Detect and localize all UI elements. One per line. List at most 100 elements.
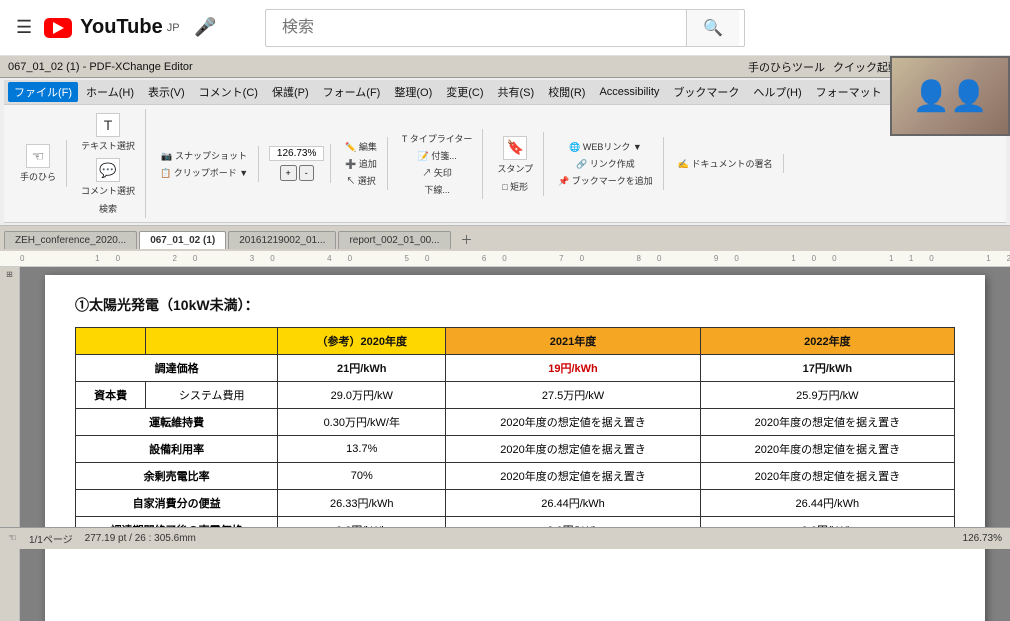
menu-protect[interactable]: 保護(P) xyxy=(266,82,315,102)
menu-file[interactable]: ファイル(F) xyxy=(8,82,78,102)
menu-format[interactable]: フォーマット xyxy=(810,82,888,102)
pdf-statusbar: ☜ 1/1ページ 277.19 pt / 26 : 305.6mm 126.73… xyxy=(0,527,1010,549)
clipboard-button[interactable]: 📋 クリップボード ▼ xyxy=(156,165,252,180)
sticky-note-button[interactable]: 📝 付箋... xyxy=(414,148,461,163)
voice-search-button[interactable]: 🎤 xyxy=(188,10,224,46)
text-select-button[interactable]: T テキスト選択 xyxy=(77,111,139,154)
tab-report[interactable]: report_002_01_00... xyxy=(338,231,450,249)
tool-group-edit: ✏️ 編集 ➕ 追加 ↖ 選択 xyxy=(335,137,388,190)
menu-view[interactable]: 表示(V) xyxy=(142,82,191,102)
cell-price-label: 調達価格 xyxy=(76,355,278,382)
cell-opex-label: 運転維持費 xyxy=(76,409,278,436)
cell-2020-price: 21円/kWh xyxy=(278,355,446,382)
search-button[interactable]: 🔍 xyxy=(686,10,739,46)
menu-share[interactable]: 共有(S) xyxy=(492,82,541,102)
stamp-button[interactable]: 🔖 スタンプ xyxy=(493,134,537,177)
cell-capital-main-label: 資本費 xyxy=(76,382,146,409)
menu-bookmark[interactable]: ブックマーク xyxy=(667,82,745,102)
col-header-empty xyxy=(76,328,146,355)
tab-067[interactable]: 067_01_02 (1) xyxy=(139,231,226,249)
zoom-out-button[interactable]: - xyxy=(299,165,314,181)
zoom-display: 126.73% xyxy=(963,533,1002,544)
arrow-button[interactable]: ↗ 矢印 xyxy=(418,165,456,180)
zoom-in-button[interactable]: + xyxy=(280,165,297,181)
cell-system-cost-label: システム費用 xyxy=(146,382,278,409)
pdf-tabs: ZEH_conference_2020... 067_01_02 (1) 201… xyxy=(0,226,1010,251)
statusbar-left: ☜ 1/1ページ 277.19 pt / 26 : 305.6mm xyxy=(8,531,196,546)
menu-help[interactable]: ヘルプ(H) xyxy=(747,82,807,102)
table-row: 資本費 システム費用 29.0万円/kW 27.5万円/kW 25.9万円/kW xyxy=(76,382,955,409)
pdf-main-area: ⊞ ①太陽光発電（10kW未満）： （参考）2020年度 2021年度 2022… xyxy=(0,267,1010,621)
cell-2021-opex: 2020年度の想定値を据え置き xyxy=(446,409,700,436)
page-info: 1/1ページ xyxy=(29,531,73,546)
video-overlay: 👤👤 xyxy=(890,56,1010,136)
pdf-window-title: 067_01_02 (1) - PDF-XChange Editor xyxy=(8,61,193,73)
hamburger-menu-icon[interactable]: ☰ xyxy=(16,17,32,38)
cursor-icon: ☜ xyxy=(8,533,17,544)
menu-change[interactable]: 変更(C) xyxy=(440,82,489,102)
cell-2021-price: 19円/kWh xyxy=(446,355,700,382)
menu-organize[interactable]: 整理(O) xyxy=(388,82,438,102)
edit-button[interactable]: ✏️ 編集 xyxy=(341,139,381,154)
add-tab-button[interactable]: ＋ xyxy=(453,228,481,251)
tool-group-signature: ✍️ ドキュメントの署名 xyxy=(668,154,784,173)
cell-2021-selfcon: 26.44円/kWh xyxy=(446,490,700,517)
pdf-menu-bar: ファイル(F) ホーム(H) 表示(V) コメント(C) 保護(P) フォーム(… xyxy=(4,80,1006,105)
cell-2022-system: 25.9万円/kW xyxy=(700,382,954,409)
menu-review[interactable]: 校閲(R) xyxy=(542,82,591,102)
pdf-toolbar: ☜ 手のひら T テキスト選択 💬 コメント選択 検索 📷 スナップショット 📋… xyxy=(4,105,1006,223)
col-header-2020: （参考）2020年度 xyxy=(278,328,446,355)
rect-button[interactable]: □ 矩形 xyxy=(498,179,532,194)
cell-2021-capacity: 2020年度の想定値を据え置き xyxy=(446,436,700,463)
tab-20161[interactable]: 20161219002_01... xyxy=(228,231,336,249)
cell-2020-opex: 0.30万円/kW/年 xyxy=(278,409,446,436)
menu-accessibility[interactable]: Accessibility xyxy=(593,84,665,100)
col-header-2021: 2021年度 xyxy=(446,328,700,355)
cell-2021-system: 27.5万円/kW xyxy=(446,382,700,409)
menu-comment[interactable]: コメント(C) xyxy=(193,82,264,102)
typist-button[interactable]: T タイプライター xyxy=(398,131,476,146)
cell-self-consumption-label: 自家消費分の便益 xyxy=(76,490,278,517)
menu-home[interactable]: ホーム(H) xyxy=(80,82,140,102)
cell-2020-selfcon: 26.33円/kWh xyxy=(278,490,446,517)
tool-group-text: T テキスト選択 💬 コメント選択 検索 xyxy=(71,109,146,218)
solar-power-table: （参考）2020年度 2021年度 2022年度 調達価格 21円/kWh 19… xyxy=(75,327,955,544)
cell-2022-capacity: 2020年度の想定値を据え置き xyxy=(700,436,954,463)
comment-select-button[interactable]: 💬 コメント選択 xyxy=(77,156,139,199)
add-button[interactable]: ➕ 追加 xyxy=(341,156,381,171)
search-input[interactable] xyxy=(266,11,686,45)
col-header-2022: 2022年度 xyxy=(700,328,954,355)
menu-form[interactable]: フォーム(F) xyxy=(317,82,387,102)
cell-2022-opex: 2020年度の想定値を据え置き xyxy=(700,409,954,436)
snapshot-button[interactable]: 📷 スナップショット xyxy=(157,148,251,163)
web-link-button[interactable]: 🌐 WEBリンク ▼ xyxy=(565,139,646,154)
cell-capacity-label: 設備利用率 xyxy=(76,436,278,463)
hand-tool-button[interactable]: ☜ 手のひら xyxy=(16,142,60,185)
table-row: 自家消費分の便益 26.33円/kWh 26.44円/kWh 26.44円/kW… xyxy=(76,490,955,517)
tool-group-link: 🌐 WEBリンク ▼ 🔗 リンク作成 📌 ブックマークを追加 xyxy=(548,137,664,190)
doc-sign-button[interactable]: ✍️ ドキュメントの署名 xyxy=(674,156,777,171)
zoom-input[interactable] xyxy=(269,146,324,161)
video-persons: 👤👤 xyxy=(892,58,1008,134)
tool-group-snapshot: 📷 スナップショット 📋 クリップボード ▼ xyxy=(150,146,259,182)
table-row: 余剰売電比率 70% 2020年度の想定値を据え置き 2020年度の想定値を据え… xyxy=(76,463,955,490)
tool-group-zoom: + - xyxy=(263,144,331,183)
table-row: 調達価格 21円/kWh 19円/kWh 17円/kWh xyxy=(76,355,955,382)
text-select-label: テキスト選択 xyxy=(81,139,135,152)
select-button[interactable]: ↖ 選択 xyxy=(342,173,380,188)
underline-button[interactable]: 下線... xyxy=(420,182,454,197)
tool-group-stamp: 🔖 スタンプ □ 矩形 xyxy=(487,132,544,196)
pdf-sidebar-left: ⊞ xyxy=(0,267,20,621)
bookmark-add-button[interactable]: 📌 ブックマークを追加 xyxy=(554,173,657,188)
cell-surplus-label: 余剰売電比率 xyxy=(76,463,278,490)
tool-label: 手のひらツール xyxy=(748,59,825,75)
link-create-button[interactable]: 🔗 リンク作成 xyxy=(572,156,639,171)
stamp-icon: 🔖 xyxy=(503,136,527,160)
tool-group-select: ☜ 手のひら xyxy=(10,140,67,187)
pdf-page-view[interactable]: ①太陽光発電（10kW未満）： （参考）2020年度 2021年度 2022年度 xyxy=(20,267,1010,621)
tab-zeh[interactable]: ZEH_conference_2020... xyxy=(4,231,137,249)
youtube-logo: YouTubeJP xyxy=(44,16,179,39)
col-header-empty2 xyxy=(146,328,278,355)
search-tool-button[interactable]: 検索 xyxy=(95,201,121,216)
youtube-jp-label: JP xyxy=(167,22,180,34)
